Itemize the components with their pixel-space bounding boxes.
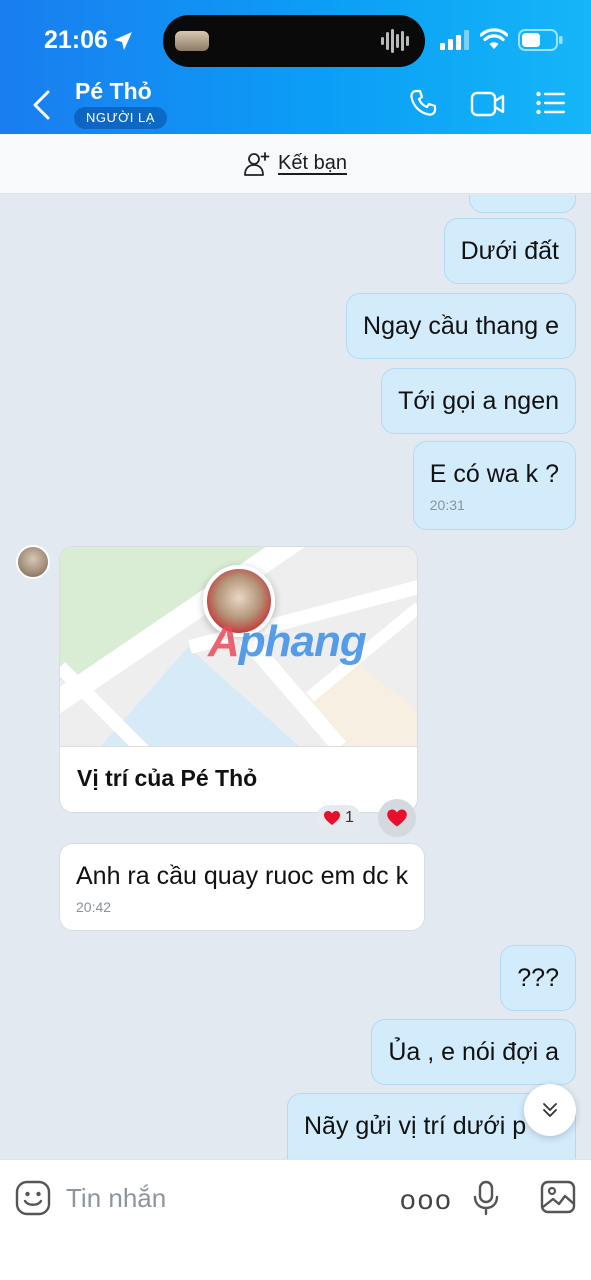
sticker-icon[interactable]	[15, 1180, 51, 1216]
more-options-button[interactable]: ooo	[400, 1184, 453, 1216]
message-bubble[interactable]: E có wa k ? 20:31	[412, 441, 576, 530]
add-friend-button[interactable]: Kết bạn	[244, 151, 347, 177]
add-friend-label: Kết bạn	[278, 152, 347, 174]
message-bubble[interactable]: Tới gọi a ngen	[381, 368, 576, 434]
dynamic-island	[163, 15, 425, 67]
back-button[interactable]	[28, 88, 56, 122]
contact-name[interactable]: Pé Thỏ	[75, 78, 152, 105]
location-card[interactable]: Aphang Vị trí của Pé Thỏ	[59, 546, 418, 813]
status-time: 21:06	[44, 26, 108, 54]
reaction-summary[interactable]: 1	[316, 805, 361, 831]
heart-icon	[324, 811, 340, 825]
scroll-to-bottom-button[interactable]	[524, 1084, 576, 1136]
wifi-icon	[480, 28, 508, 49]
message-bubble[interactable]: ???	[500, 945, 576, 1011]
watermark: Aphang	[208, 617, 367, 666]
add-user-icon	[244, 151, 270, 176]
react-button[interactable]	[378, 799, 416, 837]
message-bubble[interactable]: Ngay cầu thang e	[346, 293, 576, 359]
message-bubble[interactable]: Ủa , e nói đợi a	[371, 1019, 576, 1085]
reaction-count: 1	[345, 809, 354, 826]
video-call-icon[interactable]	[470, 90, 506, 118]
location-arrow-icon	[114, 32, 132, 50]
image-icon[interactable]	[540, 1180, 576, 1214]
audio-wave-icon	[381, 29, 409, 53]
message-bubble-cut[interactable]	[469, 195, 576, 213]
battery-icon	[518, 29, 563, 51]
now-playing-thumbnail	[175, 31, 209, 51]
message-time: 20:42	[76, 899, 112, 915]
phone-icon[interactable]	[408, 88, 438, 118]
cellular-signal-icon	[440, 30, 469, 50]
double-chevron-down-icon	[543, 1103, 557, 1117]
microphone-icon[interactable]	[472, 1180, 500, 1216]
message-input[interactable]	[66, 1178, 366, 1218]
heart-icon	[387, 809, 407, 827]
stranger-badge: NGƯỜI LẠ	[74, 107, 167, 129]
chat-header: 21:06 Pé Thỏ NGƯỜI LẠ	[0, 0, 591, 134]
message-bubble[interactable]: Dưới đất	[443, 218, 576, 284]
location-label: Vị trí của Pé Thỏ	[77, 765, 258, 791]
message-bubble[interactable]: Anh ra cầu quay ruoc em dc k 20:42	[59, 843, 426, 931]
menu-icon[interactable]	[536, 91, 566, 115]
avatar[interactable]	[16, 545, 50, 579]
message-composer: ooo	[0, 1159, 591, 1280]
add-friend-bar: Kết bạn	[0, 134, 591, 194]
message-list[interactable]: Dưới đất Ngay cầu thang e Tới gọi a ngen…	[0, 195, 591, 1159]
message-time: 20:31	[429, 497, 465, 513]
